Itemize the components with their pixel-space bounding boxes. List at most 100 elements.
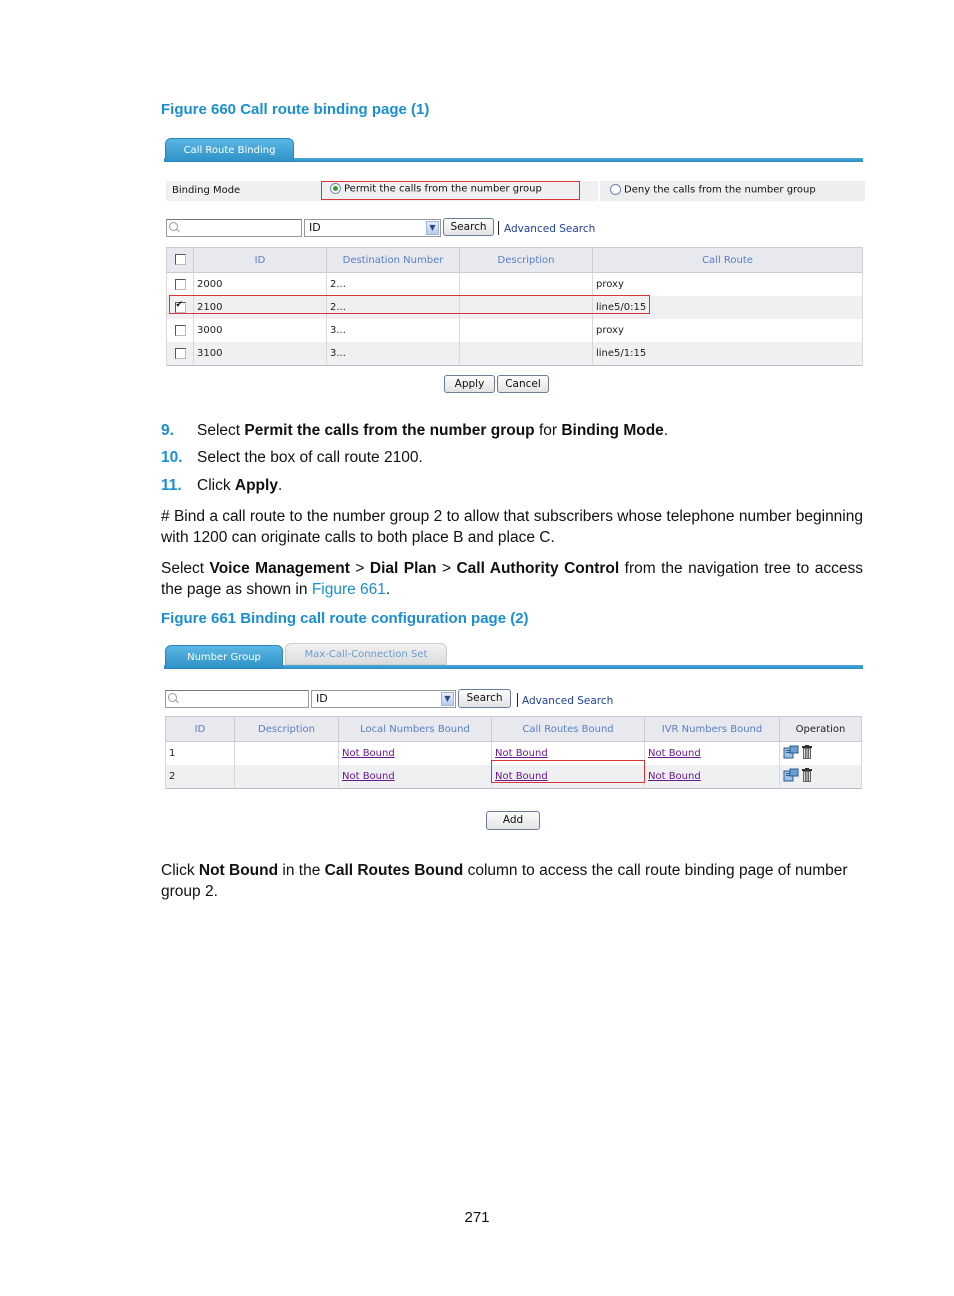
separator [517,693,518,707]
column-header-id[interactable]: ID [165,716,235,742]
search-field-select[interactable]: ID ▼ [304,219,441,237]
table-header: ID Description Local Numbers Bound Call … [165,716,862,742]
ivr-numbers-link[interactable]: Not Bound [648,771,701,782]
step-11: 11. Click Apply. [161,475,282,496]
select-all-header [166,247,194,273]
paragraph-bind-route: # Bind a call route to the number group … [161,508,863,546]
row-select-cell [166,342,194,366]
description-cell [459,296,593,319]
tab-max-call-connection-set[interactable]: Max-Call-Connection Set [285,643,447,665]
call-route-table: ID Destination Number Description Call R… [166,247,863,366]
column-header-local-numbers[interactable]: Local Numbers Bound [338,716,492,742]
binding-mode-row: Binding Mode Permit the calls from the n… [166,181,865,201]
id-cell: 2 [165,765,235,789]
column-header-ivr-numbers[interactable]: IVR Numbers Bound [644,716,780,742]
search-field-select[interactable]: ID ▼ [311,690,456,708]
column-header-destination[interactable]: Destination Number [326,247,460,273]
permit-radio[interactable] [330,183,341,194]
edit-icon[interactable] [783,768,799,785]
local-numbers-link[interactable]: Not Bound [342,748,395,759]
id-cell: 3100 [193,342,327,366]
search-field-value: ID [309,221,321,234]
step-10: 10. Select the box of call route 2100. [161,447,423,468]
row-checkbox-checked[interactable] [174,300,186,313]
deny-radio-option[interactable]: Deny the calls from the number group [610,184,816,196]
search-input[interactable] [166,219,302,237]
figure-661-link[interactable]: Figure 661 [312,581,386,598]
deny-label: Deny the calls from the number group [624,184,816,196]
table-row: 3100 3... line5/1:15 [166,342,863,366]
row-checkbox[interactable] [174,347,186,359]
binding-mode-label: Binding Mode [172,185,241,196]
step-text: Click [197,477,235,494]
cancel-button[interactable]: Cancel [497,375,549,393]
advanced-search-link[interactable]: Advanced Search [504,223,595,235]
column-header-description[interactable]: Description [459,247,593,273]
call-route-cell: line5/0:15 [592,296,863,319]
search-button[interactable]: Search [458,689,511,708]
nav-voice-management: Voice Management [209,560,350,577]
operation-cell [779,741,862,765]
tab-number-group[interactable]: Number Group [165,645,283,669]
permit-radio-option[interactable]: Permit the calls from the number group [330,183,542,195]
figure-661-title: Figure 661 Binding call route configurat… [161,610,529,627]
local-numbers-cell: Not Bound [338,741,492,765]
step-text-bold: Apply [234,477,278,494]
edit-icon[interactable] [783,745,799,762]
ivr-numbers-cell: Not Bound [644,765,780,789]
call-routes-link[interactable]: Not Bound [495,748,548,759]
step-text: . [663,422,669,439]
id-cell: 3000 [193,319,327,342]
row-checkbox[interactable] [174,324,186,336]
step-text-bold: Binding Mode [561,422,664,439]
figure-660-tabbar: Call Route Binding [164,136,863,162]
advanced-search-link[interactable]: Advanced Search [522,695,613,707]
delete-icon[interactable] [802,768,813,785]
search-input[interactable] [165,690,309,708]
text: in the [278,862,325,879]
row-checkbox[interactable] [174,278,186,290]
column-header-id[interactable]: ID [193,247,327,273]
description-cell [459,272,593,296]
search-icon [168,693,177,702]
step-text: Select the box of call route 2100. [197,449,423,466]
select-all-checkbox[interactable] [174,254,186,266]
table-row: 2100 2... line5/0:15 [166,296,863,319]
description-cell [234,741,339,765]
search-button[interactable]: Search [443,218,494,236]
operation-cell [779,765,862,789]
chevron-down-icon[interactable]: ▼ [441,692,454,706]
paragraph-navigation: Select Voice Management > Dial Plan > Ca… [161,558,863,600]
call-routes-link[interactable]: Not Bound [495,771,548,782]
destination-cell: 3... [326,319,460,342]
local-numbers-cell: Not Bound [338,765,492,789]
text: > [349,560,370,577]
step-number: 10. [161,449,183,466]
paragraph-click-not-bound: Click Not Bound in the Call Routes Bound… [161,860,863,902]
local-numbers-link[interactable]: Not Bound [342,771,395,782]
delete-icon[interactable] [802,745,813,762]
add-button[interactable]: Add [486,811,540,830]
table-row: 1 Not Bound Not Bound Not Bound [165,741,862,765]
deny-cell: Deny the calls from the number group [598,181,865,201]
text-bold: Not Bound [198,862,279,879]
column-header-description[interactable]: Description [234,716,339,742]
column-header-call-routes[interactable]: Call Routes Bound [491,716,645,742]
ivr-numbers-link[interactable]: Not Bound [648,748,701,759]
text: Select [161,560,210,577]
search-icon [169,222,178,231]
table-row: 2000 2... proxy [166,272,863,296]
step-text: . [277,477,283,494]
step-number: 9. [161,422,174,439]
tab-call-route-binding[interactable]: Call Route Binding [165,138,294,162]
column-header-call-route[interactable]: Call Route [592,247,863,273]
deny-radio[interactable] [610,184,621,195]
text: Click [161,862,199,879]
text: . [385,581,391,598]
chevron-down-icon[interactable]: ▼ [426,221,439,235]
apply-button[interactable]: Apply [444,375,495,393]
call-route-cell: proxy [592,272,863,296]
description-cell [459,319,593,342]
table-row: 2 Not Bound Not Bound Not Bound [165,765,862,789]
separator [498,221,499,235]
